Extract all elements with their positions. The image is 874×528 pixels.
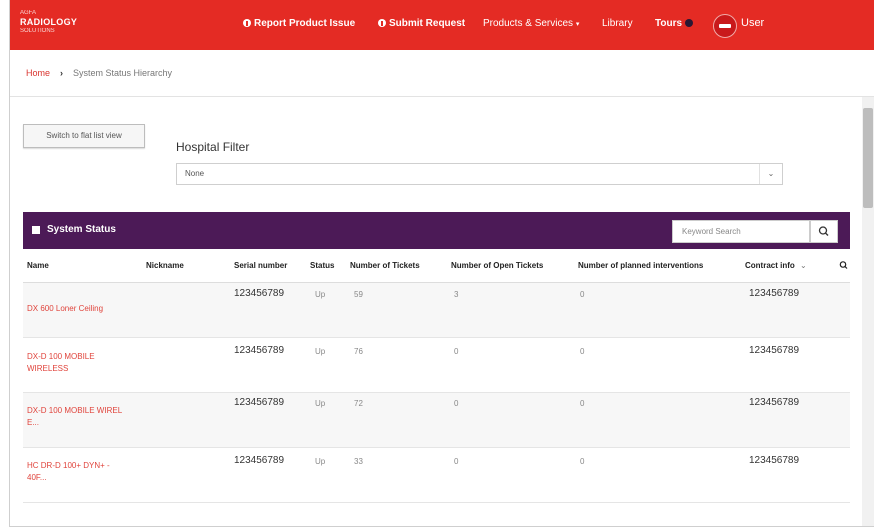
keyword-search-placeholder: Keyword Search	[682, 227, 741, 236]
breadcrumb-current: System Status Hierarchy	[73, 68, 173, 78]
status-value: Up	[315, 457, 326, 466]
serial-number: 123456789	[234, 397, 285, 408]
column-header-status[interactable]: Status	[310, 249, 334, 282]
user-menu[interactable]: User	[741, 17, 764, 29]
column-header-nickname[interactable]: Nickname	[146, 249, 184, 282]
tickets-count: 33	[354, 457, 363, 466]
scrollbar-thumb[interactable]	[863, 108, 873, 208]
search-button[interactable]	[810, 220, 838, 243]
column-header-serial[interactable]: Serial number	[234, 249, 287, 282]
column-header-tickets[interactable]: Number of Tickets	[350, 249, 420, 282]
column-header-name[interactable]: Name	[27, 249, 49, 282]
open-tickets-count: 0	[454, 399, 459, 408]
hospital-filter-label: Hospital Filter	[176, 140, 250, 154]
library-link[interactable]: Library	[602, 18, 633, 29]
list-icon	[32, 226, 40, 234]
logo-line-1: AGFA	[20, 10, 37, 16]
planned-interventions-count: 0	[580, 399, 585, 408]
status-value: Up	[315, 290, 326, 299]
chevron-right-icon: ›	[60, 68, 64, 78]
contract-info: 123456789	[749, 455, 800, 466]
submit-request-link[interactable]: Submit Request	[378, 18, 465, 29]
tickets-count: 76	[354, 347, 363, 356]
serial-number: 123456789	[234, 455, 285, 466]
tickets-count: 72	[354, 399, 363, 408]
chevron-down-icon[interactable]: ⌄	[759, 164, 782, 184]
switch-view-button[interactable]: Switch to flat list view	[23, 124, 145, 148]
app-window: AGFA RADIOLOGY SOLUTIONS Report Product …	[9, 0, 874, 527]
column-header-open-tickets[interactable]: Number of Open Tickets	[451, 249, 543, 282]
open-tickets-count: 3	[454, 290, 459, 299]
serial-number: 123456789	[234, 288, 285, 299]
logo-line-2: RADIOLOGY	[20, 17, 78, 27]
tours-menu[interactable]: Tours	[655, 18, 694, 29]
search-icon[interactable]	[839, 249, 849, 282]
agfa-logo[interactable]: AGFA RADIOLOGY SOLUTIONS	[20, 9, 77, 36]
panel-title: System Status	[47, 224, 116, 235]
device-name-link[interactable]: DX 600 Loner Ceiling	[27, 303, 127, 315]
submit-label: Submit Request	[389, 18, 466, 29]
tours-label: Tours	[655, 18, 683, 29]
hospital-filter-select[interactable]: None ⌄	[176, 163, 783, 185]
status-value: Up	[315, 399, 326, 408]
serial-number: 123456789	[234, 345, 285, 356]
tickets-count: 59	[354, 290, 363, 299]
products-services-menu[interactable]: Products & Services ▾	[483, 18, 579, 29]
alert-circle-icon	[243, 19, 251, 27]
table-row[interactable]: DX-D 100 MOBILE WIRELESS 123456789 Up 76…	[23, 338, 850, 393]
contract-info: 123456789	[749, 397, 800, 408]
contract-info: 123456789	[749, 288, 800, 299]
breadcrumb: Home › System Status Hierarchy	[26, 68, 172, 78]
contract-info: 123456789	[749, 345, 800, 356]
products-label: Products & Services	[483, 18, 574, 29]
column-header-planned-interventions[interactable]: Number of planned interventions	[578, 249, 703, 282]
report-product-issue-link[interactable]: Report Product Issue	[243, 18, 355, 29]
column-header-contract[interactable]: Contract info ⌄	[745, 249, 807, 282]
user-label: User	[741, 17, 765, 29]
top-navigation-bar: AGFA RADIOLOGY SOLUTIONS Report Product …	[10, 0, 874, 50]
hospital-filter-value: None	[185, 169, 205, 178]
chevron-down-icon[interactable]: ⌄	[800, 261, 807, 270]
divider	[10, 96, 874, 97]
table-row[interactable]: HC DR-D 100+ DYN+ - 40F... 123456789 Up …	[23, 448, 850, 503]
table-row[interactable]: DX-D 100 MOBILE WIREL E... 123456789 Up …	[23, 393, 850, 448]
planned-interventions-count: 0	[580, 290, 585, 299]
planned-interventions-count: 0	[580, 347, 585, 356]
planned-interventions-count: 0	[580, 457, 585, 466]
device-name-link[interactable]: DX-D 100 MOBILE WIRELESS	[27, 351, 127, 375]
breadcrumb-home-link[interactable]: Home	[26, 68, 50, 78]
keyword-search-input[interactable]: Keyword Search	[672, 220, 810, 243]
device-name-link[interactable]: DX-D 100 MOBILE WIREL E...	[27, 405, 127, 429]
contract-header-label: Contract info	[745, 261, 795, 270]
alert-circle-icon	[378, 19, 386, 27]
table-row[interactable]: DX 600 Loner Ceiling 123456789 Up 59 3 0…	[23, 283, 850, 338]
library-label: Library	[602, 18, 633, 29]
chevron-down-icon: ▾	[575, 21, 580, 28]
report-label: Report Product Issue	[254, 18, 356, 29]
system-status-table: Name Nickname Serial number Status Numbe…	[23, 249, 850, 526]
open-tickets-count: 0	[454, 347, 459, 356]
device-name-link[interactable]: HC DR-D 100+ DYN+ - 40F...	[27, 460, 127, 484]
status-value: Up	[315, 347, 326, 356]
open-tickets-count: 0	[454, 457, 459, 466]
tours-indicator-icon	[685, 19, 694, 27]
avatar[interactable]	[713, 14, 737, 38]
logo-line-3: SOLUTIONS	[20, 28, 55, 34]
search-icon	[818, 226, 829, 236]
